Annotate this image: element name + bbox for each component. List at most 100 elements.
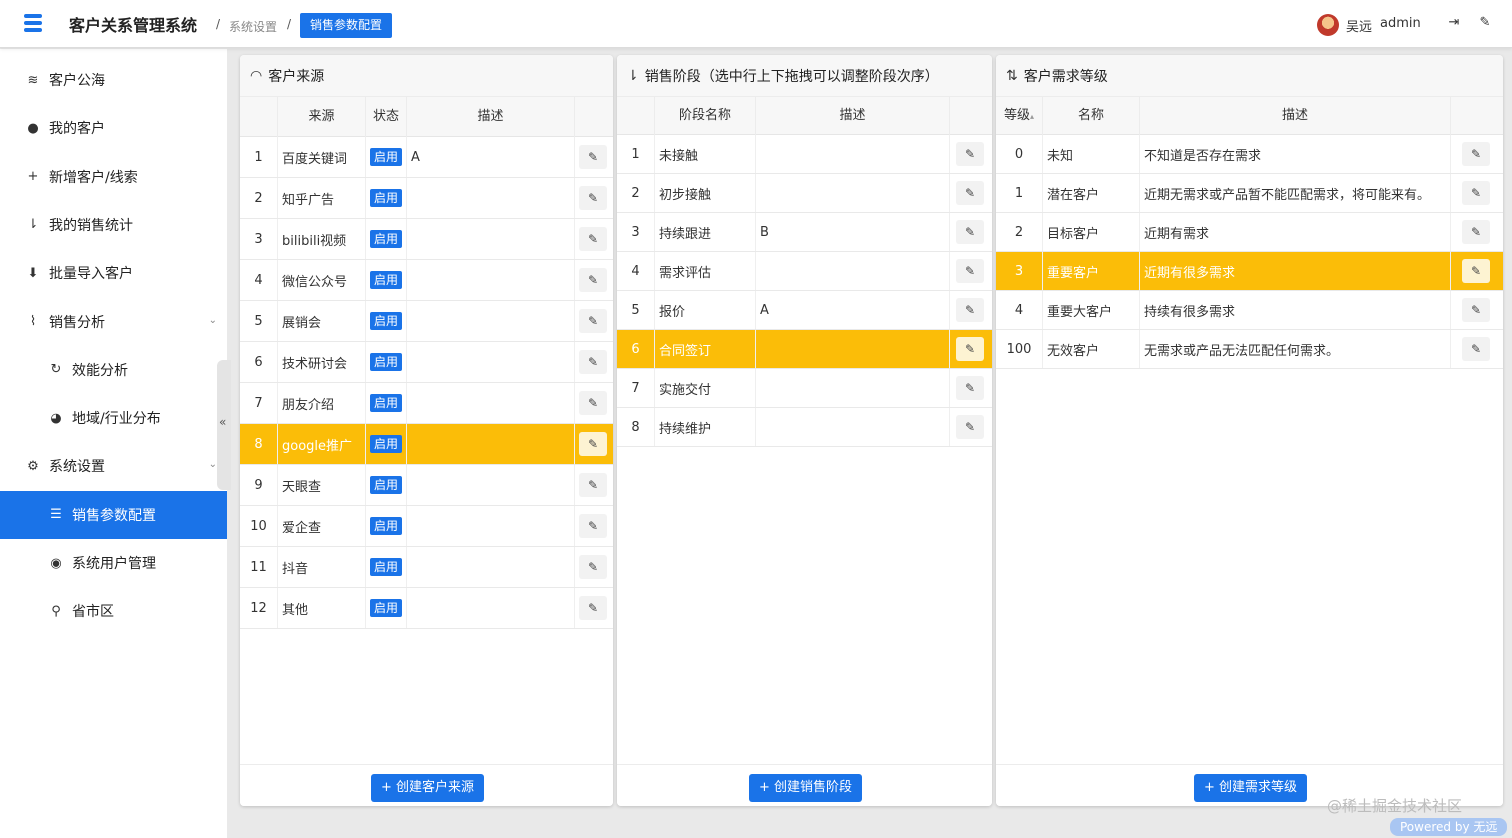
breadcrumb-parent[interactable]: 系统设置 (229, 18, 277, 35)
edit-icon[interactable]: ✎ (579, 227, 607, 251)
sidebar-item[interactable]: + 新增客户/线索 (0, 153, 227, 201)
table-row[interactable]: 2 初步接触 ✎ (617, 174, 992, 213)
column-header[interactable]: 来源 (278, 97, 366, 137)
edit-icon[interactable]: ✎ (1462, 298, 1490, 322)
sidebar-collapse-handle[interactable]: « (217, 360, 231, 490)
create-source-button[interactable]: + 创建客户来源 (371, 774, 485, 802)
edit-icon[interactable]: ✎ (579, 555, 607, 579)
table-row[interactable]: 11 抖音 启用 ✎ (240, 547, 613, 588)
sidebar-item[interactable]: ⚲ 省市区 (0, 587, 227, 635)
edit-icon[interactable]: ✎ (956, 220, 984, 244)
table-row[interactable]: 7 朋友介绍 启用 ✎ (240, 383, 613, 424)
table-row[interactable]: 3 重要客户 近期有很多需求 ✎ (996, 252, 1503, 291)
table-row[interactable]: 0 未知 不知道是否存在需求 ✎ (996, 135, 1503, 174)
table-row[interactable]: 3 持续跟进 B ✎ (617, 213, 992, 252)
table-row[interactable]: 6 合同签订 ✎ (617, 330, 992, 369)
column-header[interactable]: 描述 (407, 97, 575, 137)
table-row[interactable]: 4 需求评估 ✎ (617, 252, 992, 291)
sidebar-item[interactable]: ⬇ 批量导入客户 (0, 249, 227, 297)
table-row[interactable]: 7 实施交付 ✎ (617, 369, 992, 408)
table-row[interactable]: 2 知乎广告 启用 ✎ (240, 178, 613, 219)
edit-icon[interactable]: ✎ (579, 268, 607, 292)
sidebar-item[interactable]: ● 我的客户 (0, 104, 227, 152)
edit-icon[interactable]: ✎ (579, 596, 607, 620)
edit-icon[interactable]: ✎ (956, 142, 984, 166)
column-header[interactable]: 描述 (1140, 97, 1451, 135)
table-row[interactable]: 8 持续维护 ✎ (617, 408, 992, 447)
table-row[interactable]: 3 bilibili视频 启用 ✎ (240, 219, 613, 260)
table-row[interactable]: 1 未接触 ✎ (617, 135, 992, 174)
status-badge[interactable]: 启用 (370, 230, 403, 248)
sidebar-item[interactable]: ⌇ 销售分析 ⌄ (0, 298, 227, 346)
sidebar-item[interactable]: ≋ 客户公海 (0, 56, 227, 104)
create-level-button[interactable]: + 创建需求等级 (1194, 774, 1308, 802)
edit-icon[interactable]: ✎ (579, 391, 607, 415)
edit-icon[interactable]: ✎ (579, 145, 607, 169)
table-row[interactable]: 100 无效客户 无需求或产品无法匹配任何需求。 ✎ (996, 330, 1503, 369)
status-badge[interactable]: 启用 (370, 599, 403, 617)
table-row[interactable]: 12 其他 启用 ✎ (240, 588, 613, 629)
edit-icon[interactable]: ✎ (1462, 181, 1490, 205)
column-header-level[interactable]: 等级▴ (996, 97, 1043, 135)
table-row[interactable]: 4 微信公众号 启用 ✎ (240, 260, 613, 301)
edit-icon[interactable]: ✎ (956, 181, 984, 205)
table-row[interactable]: 8 google推广 启用 ✎ (240, 424, 613, 465)
status-badge[interactable]: 启用 (370, 517, 403, 535)
table-row[interactable]: 1 潜在客户 近期无需求或产品暂不能匹配需求，将可能来有。 ✎ (996, 174, 1503, 213)
create-stage-button[interactable]: + 创建销售阶段 (749, 774, 863, 802)
table-row[interactable]: 9 天眼查 启用 ✎ (240, 465, 613, 506)
edit-icon[interactable]: ✎ (956, 415, 984, 439)
status-badge[interactable]: 启用 (370, 189, 403, 207)
avatar[interactable] (1317, 14, 1339, 36)
column-header[interactable]: 阶段名称 (655, 97, 756, 135)
sidebar-item[interactable]: ☰ 销售参数配置 (0, 490, 227, 539)
edit-icon[interactable]: ✎ (956, 337, 984, 361)
edit-icon[interactable]: ✎ (579, 432, 607, 456)
status-badge[interactable]: 启用 (370, 148, 403, 166)
sidebar-item[interactable]: ◉ 系统用户管理 (0, 539, 227, 587)
table-row[interactable]: 10 爱企查 启用 ✎ (240, 506, 613, 547)
row-index-text: 5 (254, 313, 263, 329)
brush-icon[interactable]: ✎ (1478, 16, 1492, 30)
status-badge[interactable]: 启用 (370, 271, 403, 289)
column-header[interactable]: 状态 (366, 97, 407, 137)
status-badge[interactable]: 启用 (370, 558, 403, 576)
status-badge[interactable]: 启用 (370, 435, 403, 453)
table-row[interactable]: 5 报价 A ✎ (617, 291, 992, 330)
edit-icon[interactable]: ✎ (956, 298, 984, 322)
table-row[interactable]: 6 技术研讨会 启用 ✎ (240, 342, 613, 383)
edit-icon[interactable]: ✎ (1462, 337, 1490, 361)
menu-toggle-icon[interactable] (24, 14, 42, 32)
status-badge[interactable]: 启用 (370, 394, 403, 412)
status-badge[interactable]: 启用 (370, 476, 403, 494)
edit-icon[interactable]: ✎ (956, 376, 984, 400)
edit-icon[interactable]: ✎ (956, 259, 984, 283)
sidebar-item[interactable]: ⚙ 系统设置 ⌄ (0, 442, 227, 490)
cogs-icon: ⚙ (27, 458, 39, 474)
edit-icon[interactable]: ✎ (1462, 259, 1490, 283)
sidebar-item[interactable]: ◕ 地域/行业分布 (0, 394, 227, 442)
edit-icon[interactable]: ✎ (579, 186, 607, 210)
source-status: 启用 (366, 137, 407, 177)
stage-name-text: 需求评估 (659, 265, 712, 281)
edit-icon[interactable]: ✎ (579, 350, 607, 374)
sidebar-item[interactable]: ↻ 效能分析 (0, 346, 227, 394)
edit-icon[interactable]: ✎ (579, 309, 607, 333)
status-badge[interactable]: 启用 (370, 312, 403, 330)
status-badge[interactable]: 启用 (370, 353, 403, 371)
powered-by-badge[interactable]: Powered by 无远 (1390, 818, 1508, 836)
logout-icon[interactable]: ⇥ (1447, 16, 1461, 30)
edit-icon[interactable]: ✎ (579, 473, 607, 497)
edit-icon[interactable]: ✎ (1462, 142, 1490, 166)
user-display-name[interactable]: 吴远 (1346, 16, 1372, 35)
table-row[interactable]: 4 重要大客户 持续有很多需求 ✎ (996, 291, 1503, 330)
table-row[interactable]: 2 目标客户 近期有需求 ✎ (996, 213, 1503, 252)
sidebar-item[interactable]: ⇂ 我的销售统计 (0, 201, 227, 249)
column-header[interactable]: 描述 (756, 97, 950, 135)
user-login-name[interactable]: admin (1380, 16, 1421, 31)
column-header[interactable]: 名称 (1043, 97, 1140, 135)
table-row[interactable]: 5 展销会 启用 ✎ (240, 301, 613, 342)
edit-icon[interactable]: ✎ (579, 514, 607, 538)
edit-icon[interactable]: ✎ (1462, 220, 1490, 244)
table-row[interactable]: 1 百度关键词 启用 A ✎ (240, 137, 613, 178)
